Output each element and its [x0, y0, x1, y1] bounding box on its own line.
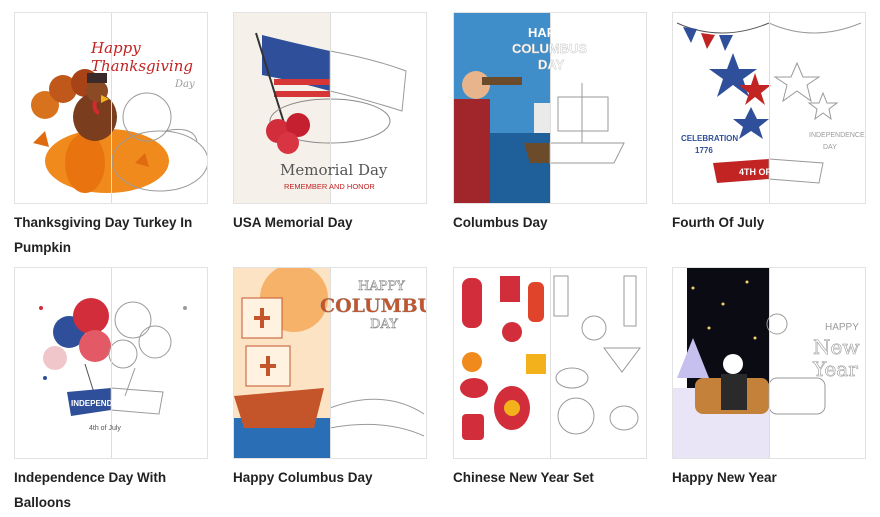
happy-columbus-day-illustration: HAPPY COLUMBUS DAY: [234, 268, 426, 458]
art-text: 4th of July: [89, 425, 121, 432]
card-thumbnail[interactable]: Happy Thanksgiving Day: [14, 12, 208, 204]
chinese-new-year-illustration: [460, 268, 641, 458]
art-text: Happy: [90, 39, 141, 57]
art-text: HAPPY: [358, 279, 405, 294]
memorial-day-illustration: Memorial Day REMEMBER AND HONOR: [234, 13, 426, 203]
card-thumbnail[interactable]: HAPPY New Year: [672, 267, 866, 459]
art-text: Day: [174, 79, 195, 90]
columbus-day-illustration: HAPPY COLUMBUS DAY: [454, 13, 646, 203]
art-text: HAPPY: [825, 322, 859, 333]
card-thumbnail[interactable]: HAPPY COLUMBUS DAY: [453, 12, 647, 204]
card-happy-new-year[interactable]: HAPPY New Year Happy New Year: [672, 267, 866, 490]
art-text: CELEBRATION: [681, 134, 738, 143]
independence-balloons-illustration: INDEPENDENCE DAY 4th of July: [39, 268, 187, 458]
card-thumbnail[interactable]: CELEBRATION 1776 INDEPENDENCE DAY 4TH OF…: [672, 12, 866, 204]
art-text: INDEPENDENCE DAY: [71, 399, 154, 408]
card-memorial-day[interactable]: Memorial Day REMEMBER AND HONOR USA Memo…: [233, 12, 427, 235]
fourth-of-july-illustration: CELEBRATION 1776 INDEPENDENCE DAY 4TH OF…: [676, 13, 865, 203]
card-thumbnail[interactable]: Memorial Day REMEMBER AND HONOR: [233, 12, 427, 204]
card-fourth-of-july[interactable]: CELEBRATION 1776 INDEPENDENCE DAY 4TH OF…: [672, 12, 866, 235]
card-thumbnail[interactable]: INDEPENDENCE DAY 4th of July: [14, 267, 208, 459]
card-chinese-new-year[interactable]: Chinese New Year Set: [453, 267, 647, 490]
card-title[interactable]: Happy New Year: [672, 465, 868, 490]
card-title[interactable]: Fourth Of July: [672, 210, 868, 235]
card-thumbnail[interactable]: HAPPY COLUMBUS DAY: [233, 267, 427, 459]
thanksgiving-illustration: Happy Thanksgiving Day: [31, 13, 207, 203]
art-text: New: [813, 335, 859, 359]
art-text: DAY: [823, 144, 837, 151]
card-title[interactable]: Independence Day With Balloons: [14, 465, 210, 515]
art-text: 4TH OF JULY: [739, 167, 796, 177]
card-title[interactable]: Chinese New Year Set: [453, 465, 649, 490]
card-title[interactable]: Happy Columbus Day: [233, 465, 429, 490]
card-thumbnail[interactable]: [453, 267, 647, 459]
card-independence-balloons[interactable]: INDEPENDENCE DAY 4th of July Independenc…: [14, 267, 208, 515]
art-text: Memorial Day: [280, 161, 388, 179]
card-columbus-day[interactable]: HAPPY COLUMBUS DAY Columbus Day: [453, 12, 647, 235]
card-thanksgiving[interactable]: Happy Thanksgiving Day Thanksgiving Day …: [14, 12, 208, 260]
art-text: INDEPENDENCE: [809, 132, 865, 139]
card-title[interactable]: Thanksgiving Day Turkey In Pumpkin: [14, 210, 210, 260]
card-happy-columbus-day[interactable]: HAPPY COLUMBUS DAY Happy Columbus Day: [233, 267, 427, 490]
art-text: Thanksgiving: [91, 57, 193, 75]
art-text: Year: [812, 357, 858, 381]
art-text: COLUMBUS: [320, 295, 426, 317]
happy-new-year-illustration: HAPPY New Year: [673, 268, 865, 458]
art-text: DAY: [370, 317, 398, 332]
art-text: REMEMBER AND HONOR: [284, 182, 375, 191]
art-text: COLUMBUS: [512, 41, 587, 56]
card-title[interactable]: Columbus Day: [453, 210, 649, 235]
art-text: 1776: [695, 146, 713, 155]
card-title[interactable]: USA Memorial Day: [233, 210, 429, 235]
art-text: HAPPY: [528, 25, 573, 40]
art-text: DAY: [538, 57, 565, 72]
